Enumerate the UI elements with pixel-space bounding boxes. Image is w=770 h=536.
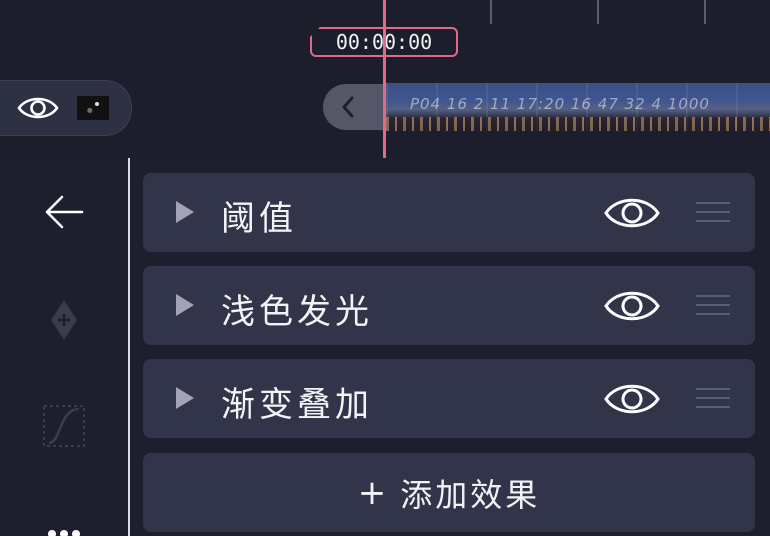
add-effect-button[interactable]: + 添加效果 [143,453,755,532]
timeline-area[interactable]: 00:00:00 P04 16 2 11 17:20 16 47 32 4 10… [0,0,770,158]
triangle-right-icon[interactable] [176,201,194,223]
video-clip-strip[interactable]: P04 16 2 11 17:20 16 47 32 4 1000 [386,83,770,131]
more-dots-icon [48,530,80,536]
arrow-left-icon [45,195,84,229]
timeline-tick [490,0,492,24]
keyframe-button[interactable] [32,296,96,344]
effect-label: 渐变叠加 [221,385,373,425]
clip-city-lights [386,117,770,131]
plus-icon: + [357,472,387,513]
drag-handle-icon[interactable] [696,295,730,317]
triangle-right-icon[interactable] [176,294,194,316]
eye-icon[interactable] [603,193,661,233]
effect-row-threshold[interactable]: 阈值 [143,173,755,252]
add-effect-label: 添加效果 [400,475,541,514]
drag-handle-icon[interactable] [696,388,730,410]
eye-icon[interactable] [603,379,661,419]
video-thumbnail[interactable] [77,96,109,120]
timeline-tick [704,0,706,24]
chevron-left-icon [342,96,354,118]
drag-handle-icon[interactable] [696,202,730,224]
clip-collapse-button[interactable] [323,84,385,130]
eye-icon[interactable] [603,286,661,326]
back-button[interactable] [32,188,96,236]
triangle-right-icon[interactable] [176,387,194,409]
bezier-curve-icon [43,405,85,447]
clip-caption: P04 16 2 11 17:20 16 47 32 4 1000 [410,95,710,113]
effect-row-light-glow[interactable]: 浅色发光 [143,266,755,345]
eye-icon[interactable] [17,94,59,122]
more-button[interactable] [32,514,96,536]
effect-label: 阈值 [221,199,297,239]
layer-pill[interactable] [0,80,132,136]
timeline-tick [597,0,599,24]
sidebar-divider [128,158,130,536]
effect-label: 浅色发光 [221,292,373,332]
curve-button[interactable] [32,402,96,450]
playhead[interactable] [383,0,386,158]
effect-row-gradient-overlay[interactable]: 渐变叠加 [143,359,755,438]
keyframe-diamond-plus-icon [51,300,77,340]
